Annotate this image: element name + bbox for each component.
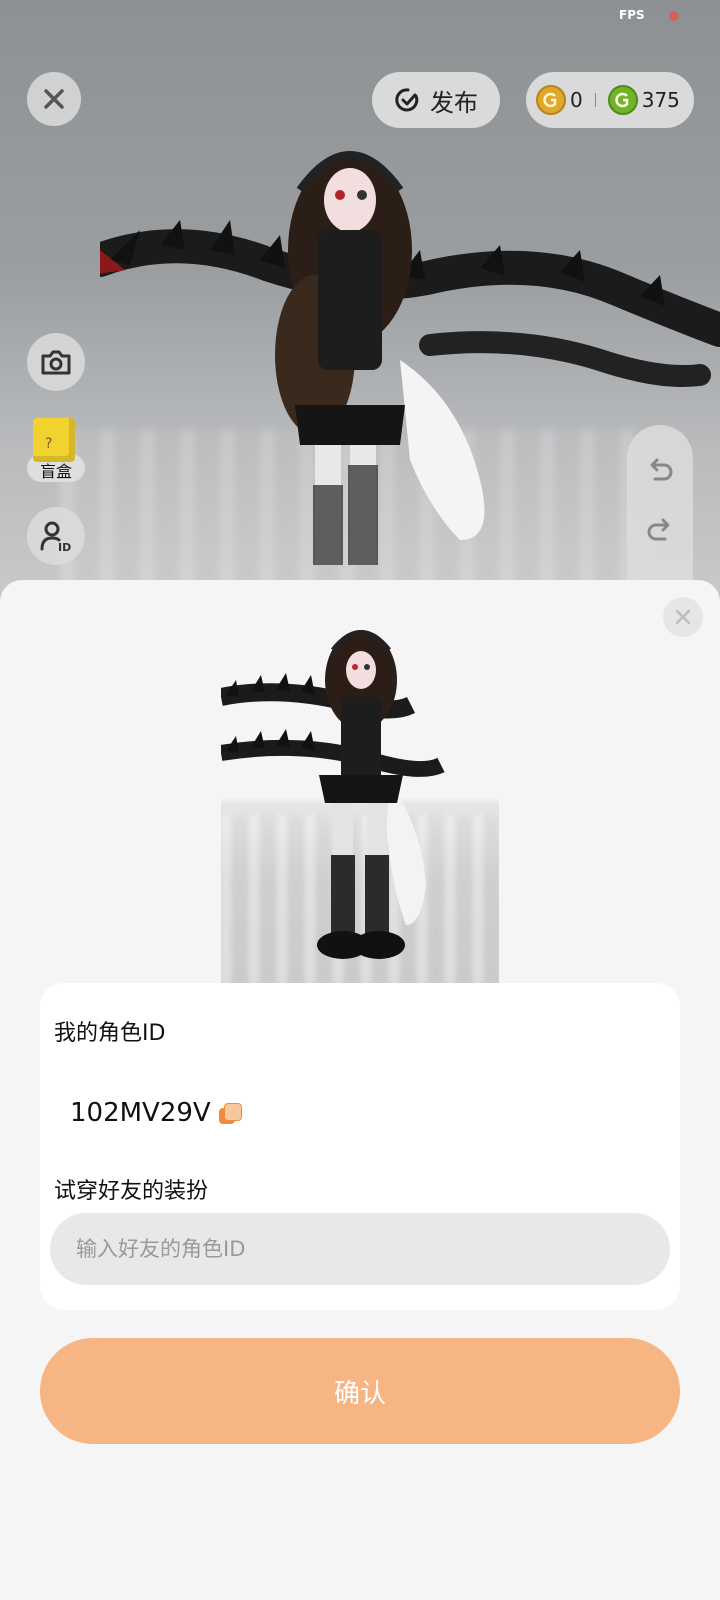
confirm-button[interactable]: 确认 bbox=[40, 1338, 680, 1444]
blind-box-label: 盲盒 bbox=[39, 462, 72, 481]
avatar-preview-illustration bbox=[221, 630, 445, 959]
close-icon bbox=[44, 89, 64, 109]
my-id-title: 我的角色ID bbox=[54, 1021, 166, 1046]
character-id-button[interactable]: ID bbox=[27, 507, 85, 565]
close-button[interactable] bbox=[27, 72, 81, 126]
gold-coin-icon bbox=[536, 85, 566, 115]
my-id-value: 102MV29V bbox=[70, 1098, 211, 1128]
currency-bar[interactable]: 0 375 bbox=[526, 72, 694, 128]
record-icon bbox=[669, 11, 679, 21]
gold-amount: 0 bbox=[570, 88, 583, 112]
blind-box-icon: ? bbox=[33, 418, 75, 462]
green-amount: 375 bbox=[641, 88, 680, 112]
undo-icon[interactable] bbox=[645, 455, 675, 485]
avatar-scene[interactable]: FPS 发布 0 375 ? 盲盒 ID bbox=[0, 0, 720, 600]
close-icon bbox=[675, 609, 691, 625]
user-id-icon: ID bbox=[40, 521, 71, 553]
publish-button[interactable]: 发布 bbox=[372, 72, 500, 128]
camera-button[interactable] bbox=[27, 333, 85, 391]
sheet-close-button[interactable] bbox=[663, 597, 703, 637]
currency-divider bbox=[594, 93, 596, 107]
try-friend-outfit-title: 试穿好友的装扮 bbox=[54, 1179, 209, 1204]
publish-label: 发布 bbox=[430, 88, 478, 117]
copy-icon[interactable] bbox=[218, 1102, 242, 1124]
avatar-preview-image bbox=[221, 625, 499, 983]
svg-text:?: ? bbox=[45, 436, 52, 452]
green-coin-icon bbox=[607, 85, 638, 115]
camera-icon bbox=[41, 350, 71, 375]
my-id-row: 102MV29V bbox=[70, 1098, 242, 1128]
character-id-card: 我的角色ID 102MV29V 试穿好友的装扮 bbox=[40, 983, 680, 1310]
undo-redo-panel bbox=[627, 425, 693, 600]
svg-text:ID: ID bbox=[58, 541, 71, 553]
blind-box-button[interactable]: ? 盲盒 bbox=[27, 418, 85, 486]
fps-indicator: FPS bbox=[619, 8, 645, 22]
publish-icon bbox=[395, 88, 419, 112]
friend-id-input[interactable] bbox=[50, 1213, 670, 1285]
redo-icon[interactable] bbox=[645, 515, 675, 545]
